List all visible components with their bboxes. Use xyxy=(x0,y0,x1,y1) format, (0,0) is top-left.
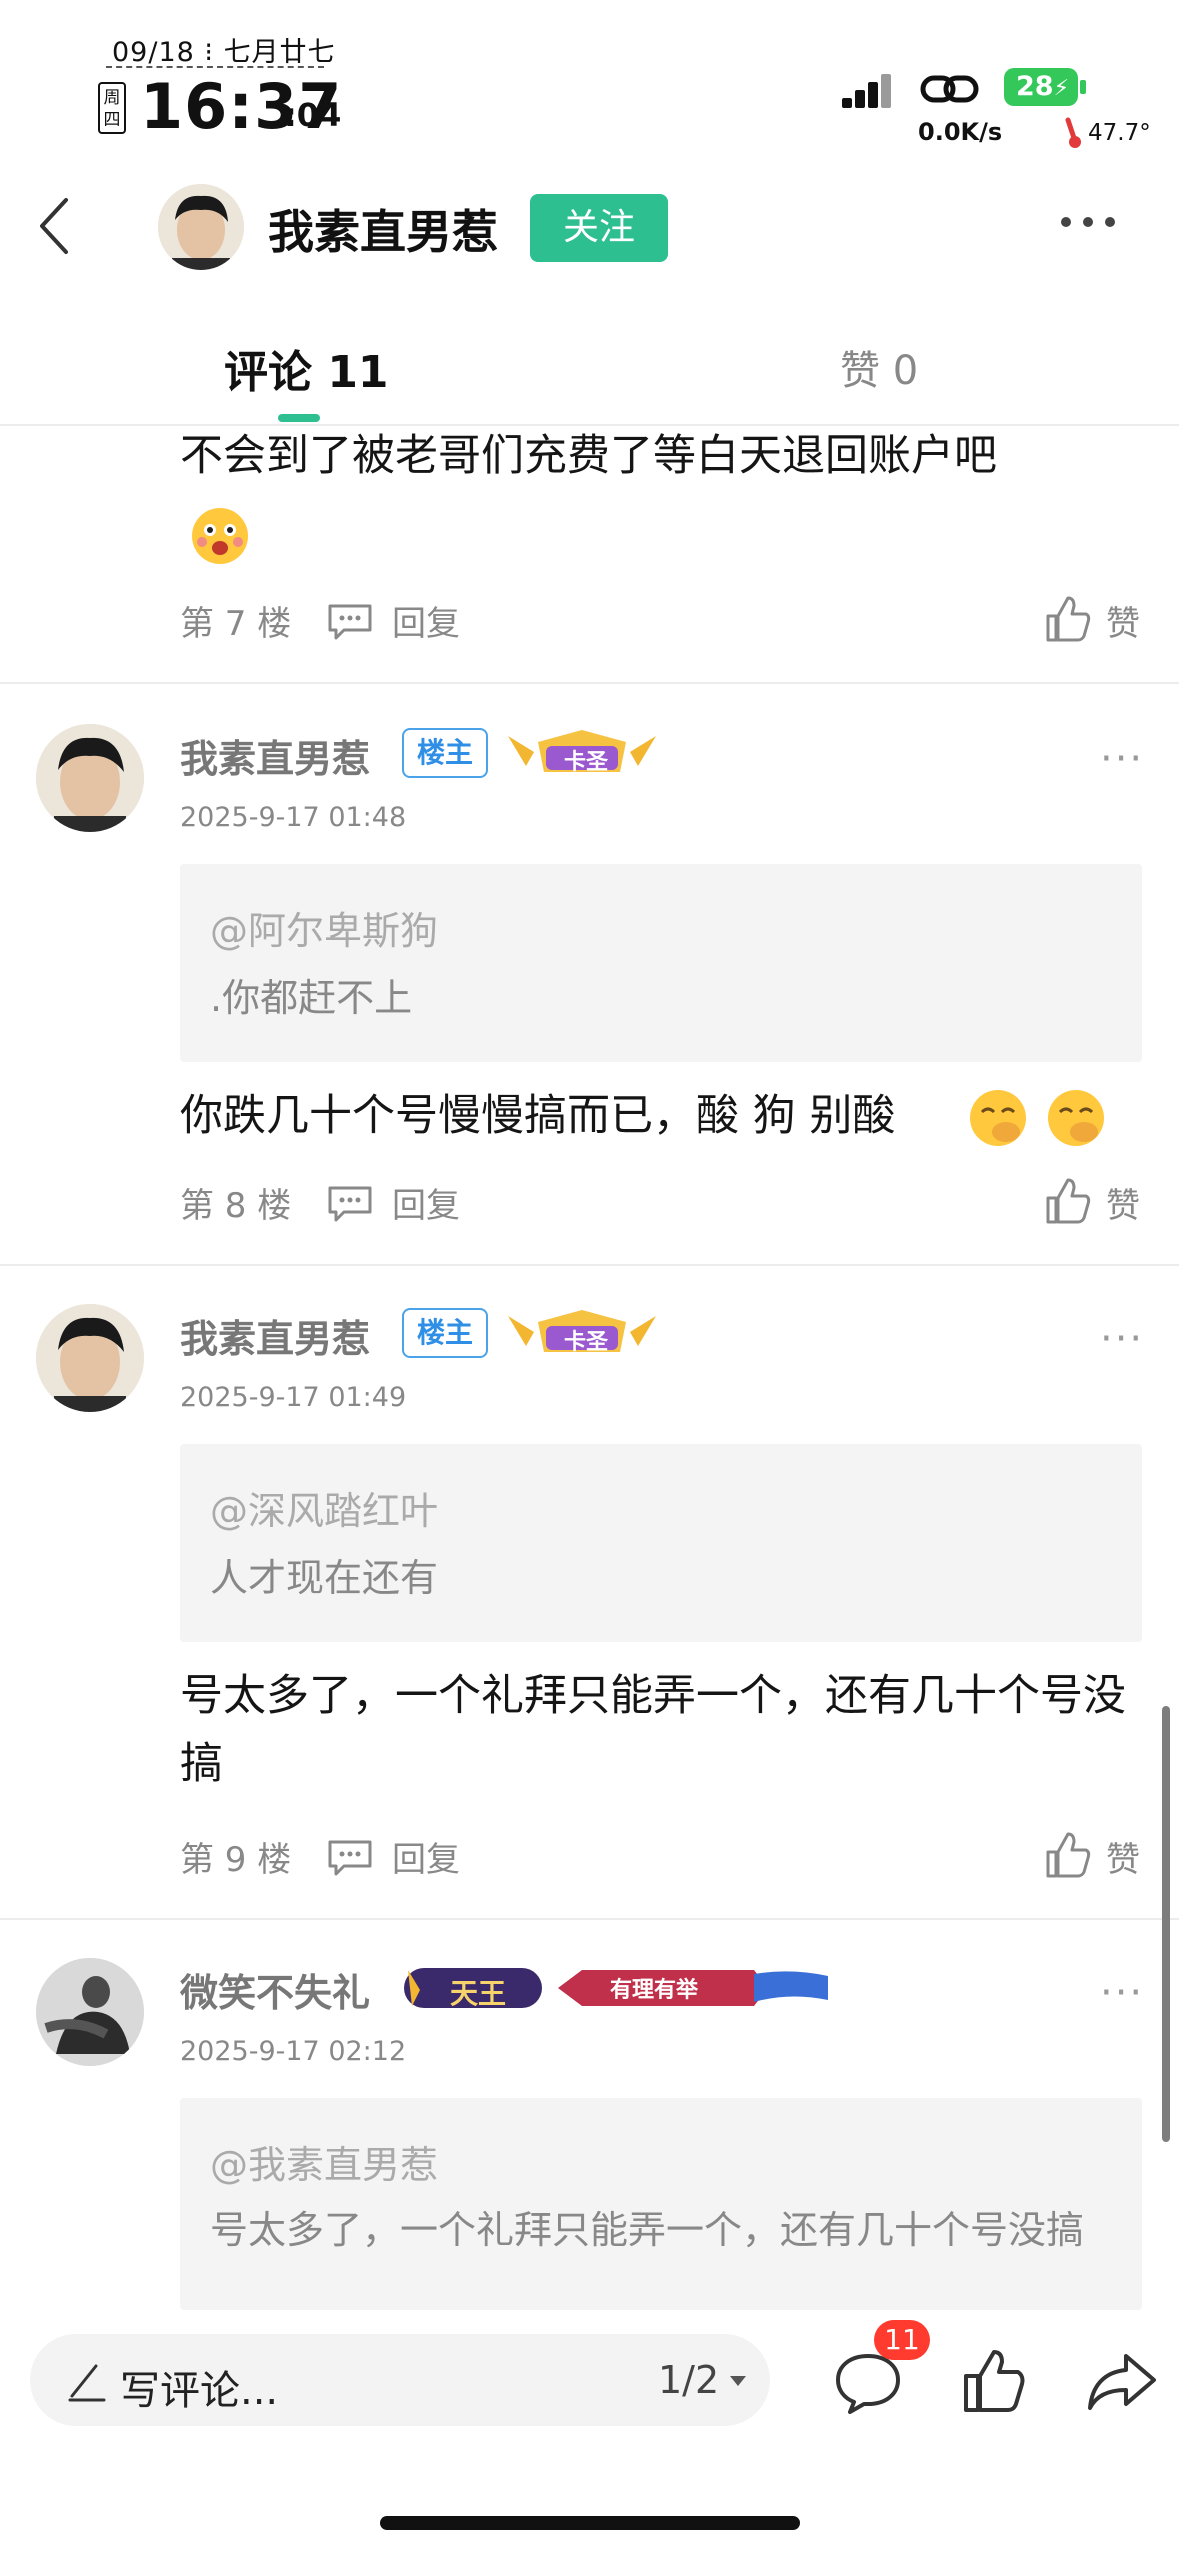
like-button[interactable]: 赞 xyxy=(1106,596,1140,645)
title-badge: 天王 xyxy=(402,1962,544,2014)
follow-button[interactable]: 关注 xyxy=(530,194,668,262)
emoji-icon xyxy=(1048,1090,1104,1146)
status-weekday: 周四 xyxy=(98,82,126,134)
title-badge: 卡圣 xyxy=(504,726,660,778)
comment-date: 2025-9-17 01:48 xyxy=(180,802,407,833)
comment-date: 2025-9-17 02:12 xyxy=(180,2036,407,2067)
title-badge-label: 卡圣 xyxy=(564,750,609,775)
comment-divider xyxy=(0,1264,1179,1266)
like-icon[interactable] xyxy=(1044,594,1092,644)
comment-author[interactable]: 微笑不失礼 xyxy=(180,1962,370,2017)
tab-likes[interactable]: 赞 0 xyxy=(840,338,918,396)
reply-icon[interactable] xyxy=(326,1184,374,1222)
temperature: 47.7° xyxy=(1088,120,1151,146)
status-date: 09/18 ⁝ 七月廿七 xyxy=(112,37,336,68)
comment-text: 号太多了，一个礼拜只能弄一个，还有几十个号没搞 xyxy=(180,1671,1126,1789)
like-button[interactable]: 赞 xyxy=(1106,1832,1140,1881)
battery-indicator: 28⚡ xyxy=(1004,68,1078,106)
comment-count-badge: 11 xyxy=(874,2320,930,2360)
more-icon[interactable] xyxy=(1058,214,1118,230)
comment-text: 不会到了被老哥们充费了等白天退回账户吧 xyxy=(180,431,997,481)
thermometer-icon xyxy=(1065,117,1081,148)
emoji-icon xyxy=(970,1090,1026,1146)
like-button[interactable]: 赞 xyxy=(1106,1178,1140,1227)
comment-divider xyxy=(0,682,1179,684)
more-icon[interactable]: ··· xyxy=(1100,1316,1144,1362)
more-icon[interactable]: ··· xyxy=(1100,1970,1144,2016)
comment-input-placeholder[interactable]: 写评论... xyxy=(120,2358,278,2416)
pen-icon xyxy=(68,2364,106,2402)
share-icon[interactable] xyxy=(1086,2350,1158,2412)
comment-date: 2025-9-17 01:49 xyxy=(180,1382,407,1413)
avatar[interactable] xyxy=(158,184,244,270)
link-icon xyxy=(920,75,979,103)
reply-icon[interactable] xyxy=(326,602,374,640)
like-icon[interactable] xyxy=(1044,1830,1092,1880)
quote-text: 人才现在还有 xyxy=(210,1556,439,1600)
tab-comments[interactable]: 评论 11 xyxy=(224,336,389,400)
quote-block xyxy=(180,1444,1142,1642)
title-badge-label: 天王 xyxy=(450,1977,507,2010)
comment-text: 你跌几十个号慢慢搞而已，酸 狗 别酸 xyxy=(180,1091,896,1141)
title-badge-label: 卡圣 xyxy=(564,1330,609,1355)
network-speed: 0.0K/s xyxy=(918,118,1003,146)
comment-author[interactable]: 我素直男惹 xyxy=(180,1308,370,1363)
page-indicator[interactable]: 1/2 xyxy=(658,2358,719,2402)
like-icon[interactable] xyxy=(1044,1176,1092,1226)
quote-text: .你都赶不上 xyxy=(210,976,413,1020)
back-icon[interactable] xyxy=(36,196,72,256)
quote-block: @我素直男惹 号太多了，一个礼拜只能弄一个，还有几十个号没搞 xyxy=(180,2098,1142,2310)
tab-indicator xyxy=(278,414,320,422)
floor-number: 第 7 楼 xyxy=(180,604,292,644)
comment-author[interactable]: 我素直男惹 xyxy=(180,728,370,783)
dropdown-icon[interactable] xyxy=(728,2374,748,2388)
emoji-icon xyxy=(192,508,248,564)
quote-mention[interactable]: @阿尔卑斯狗 xyxy=(210,900,438,955)
like-icon[interactable] xyxy=(962,2346,1026,2414)
more-icon[interactable]: ··· xyxy=(1100,736,1144,782)
profile-username[interactable]: 我素直男惹 xyxy=(268,196,498,262)
avatar[interactable] xyxy=(36,1304,144,1412)
reply-icon[interactable] xyxy=(326,1838,374,1876)
title-badge: 卡圣 xyxy=(504,1306,660,1358)
home-indicator[interactable] xyxy=(380,2516,800,2530)
reply-button[interactable]: 回复 xyxy=(392,1832,460,1881)
avatar[interactable] xyxy=(36,724,144,832)
quote-mention[interactable]: @深风踏红叶 xyxy=(210,1480,438,1535)
status-seconds: :04 xyxy=(284,96,342,134)
quote-block xyxy=(180,864,1142,1062)
honor-badge: 有理有举 xyxy=(558,1966,830,2010)
reply-button[interactable]: 回复 xyxy=(392,596,460,645)
comment-divider xyxy=(0,1918,1179,1920)
battery-tip xyxy=(1080,80,1086,94)
honor-badge-label: 有理有举 xyxy=(610,1978,699,2003)
scrollbar[interactable] xyxy=(1162,1706,1170,2142)
quote-text: 号太多了，一个礼拜只能弄一个，还有几十个号没搞 xyxy=(210,2208,1085,2252)
owner-badge: 楼主 xyxy=(402,728,488,778)
floor-number: 第 9 楼 xyxy=(180,1840,292,1880)
reply-button[interactable]: 回复 xyxy=(392,1178,460,1227)
status-divider xyxy=(106,66,324,68)
avatar[interactable] xyxy=(36,1958,144,2066)
owner-badge: 楼主 xyxy=(402,1308,488,1358)
quote-mention[interactable]: @我素直男惹 xyxy=(210,2134,438,2189)
signal-icon xyxy=(842,74,891,108)
floor-number: 第 8 楼 xyxy=(180,1186,292,1226)
